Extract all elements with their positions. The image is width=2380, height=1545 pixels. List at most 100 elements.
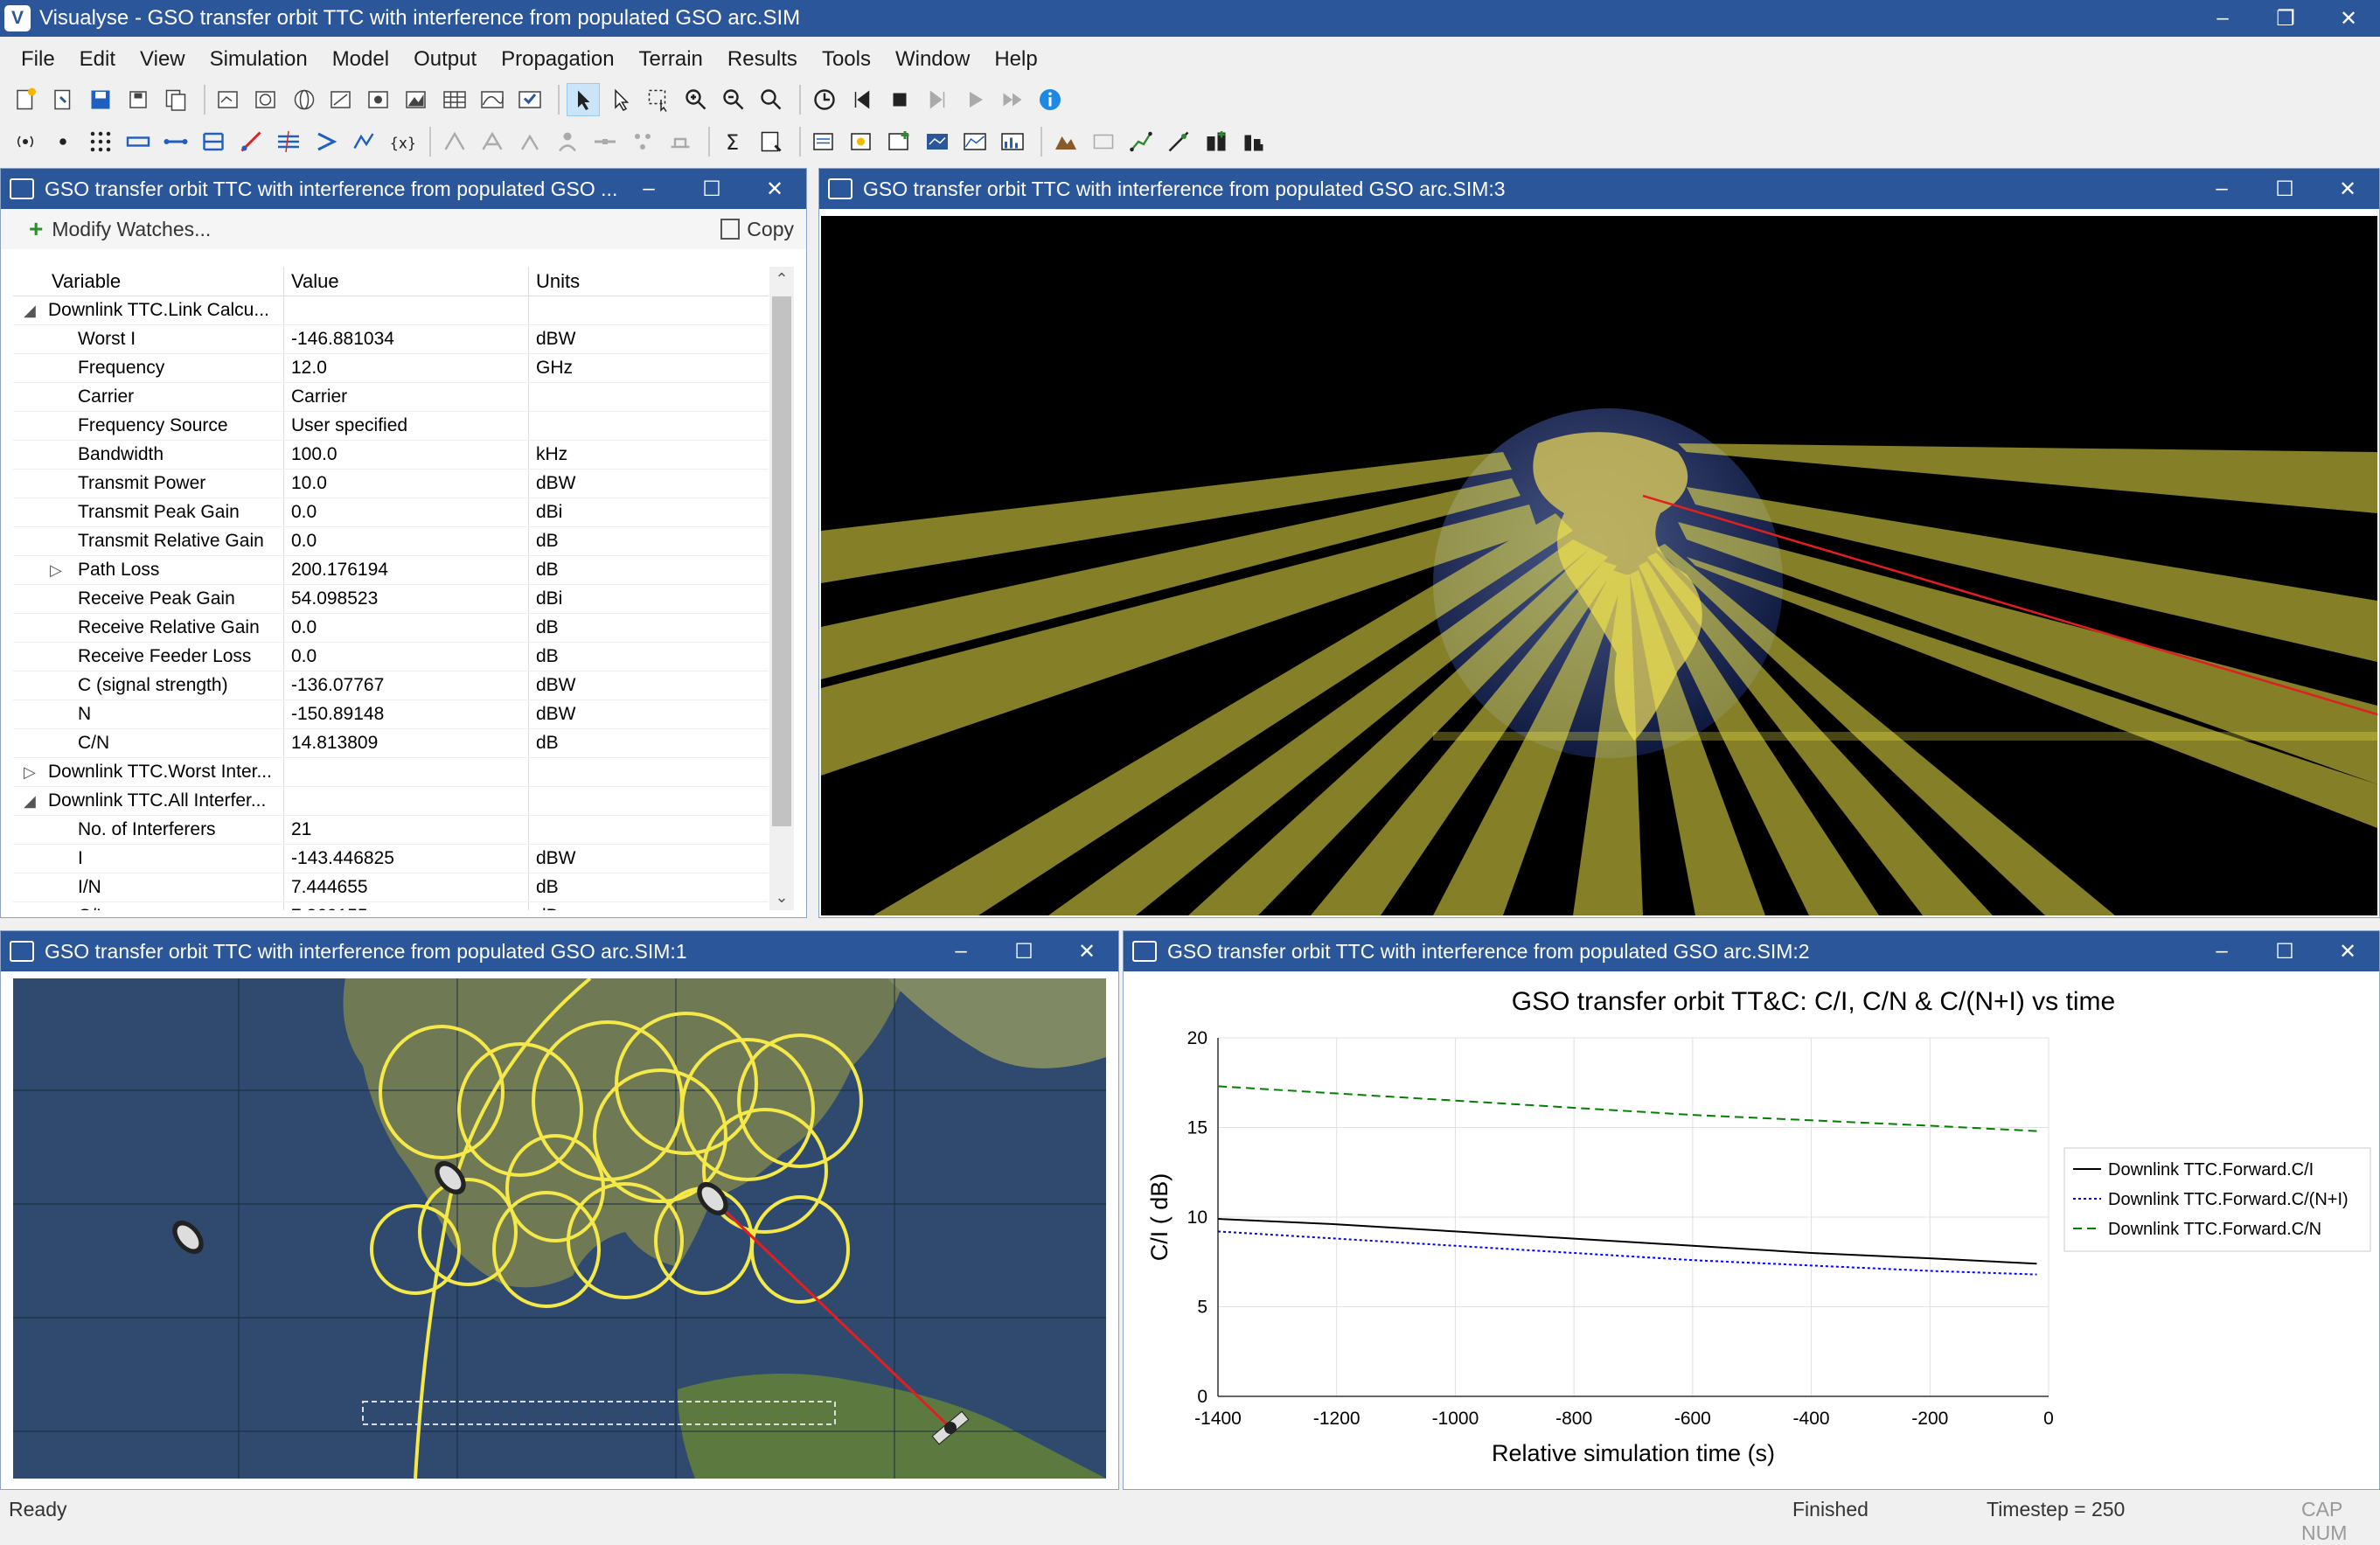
close-icon[interactable]: ✕ <box>2316 169 2379 209</box>
link-icon[interactable] <box>159 125 192 158</box>
3d-view-canvas[interactable] <box>821 216 2377 915</box>
watch-row[interactable]: N -150.89148 dBW <box>13 700 769 729</box>
watch-row[interactable]: Receive Feeder Loss 0.0 dB <box>13 643 769 672</box>
clutter-icon[interactable] <box>1237 125 1270 158</box>
watch-row[interactable]: C (signal strength) -136.07767 dBW <box>13 672 769 700</box>
menu-terrain[interactable]: Terrain <box>627 42 715 77</box>
menu-results[interactable]: Results <box>715 42 810 77</box>
watch-row[interactable]: Carrier Carrier <box>13 383 769 412</box>
graph-view-icon[interactable] <box>958 125 992 158</box>
antenna-icon[interactable] <box>9 125 42 158</box>
scroll-down-icon[interactable]: ⌄ <box>769 888 794 907</box>
link-group-icon[interactable] <box>197 125 230 158</box>
column-header-units[interactable]: Units <box>529 267 769 296</box>
scroll-up-icon[interactable]: ⌃ <box>769 270 794 289</box>
step-icon[interactable] <box>921 83 954 116</box>
buildings-icon[interactable] <box>1200 125 1233 158</box>
interference-icon[interactable] <box>234 125 268 158</box>
new-terrain-view-icon[interactable] <box>400 83 434 116</box>
minimize-icon[interactable]: – <box>2190 931 2253 971</box>
copy-icon[interactable] <box>159 83 192 116</box>
constellation-icon[interactable] <box>626 125 659 158</box>
watch-row[interactable]: Transmit Power 10.0 dBW <box>13 470 769 498</box>
info-icon[interactable] <box>1033 83 1067 116</box>
watch-window-icon[interactable] <box>808 125 841 158</box>
distribution-view-icon[interactable] <box>996 125 1029 158</box>
collapse-icon[interactable]: ◢ <box>24 302 36 320</box>
modify-watches-button[interactable]: + Modify Watches... <box>29 215 211 243</box>
new-map-view-icon[interactable] <box>212 83 246 116</box>
minimize-icon[interactable]: – <box>929 931 992 971</box>
menu-model[interactable]: Model <box>320 42 401 77</box>
column-header-value[interactable]: Value <box>284 267 529 296</box>
expand-icon[interactable]: ▷ <box>24 763 36 782</box>
new-globe-view-icon[interactable] <box>288 83 321 116</box>
add-watch-icon[interactable] <box>883 125 916 158</box>
watch-row[interactable]: C/N 14.813809 dB <box>13 729 769 758</box>
variable-icon[interactable]: {x} <box>385 125 418 158</box>
link-sharing-icon[interactable] <box>310 125 343 158</box>
watch-row[interactable]: Transmit Peak Gain 0.0 dBi <box>13 498 769 527</box>
reset-icon[interactable] <box>846 83 879 116</box>
collapse-icon[interactable]: ◢ <box>24 792 36 811</box>
menu-help[interactable]: Help <box>982 42 1049 77</box>
watch-row[interactable]: Receive Relative Gain 0.0 dB <box>13 614 769 643</box>
map-canvas[interactable] <box>13 978 1106 1479</box>
watch-row[interactable]: ▷ Path Loss 200.176194 dB <box>13 556 769 585</box>
propagation-model-icon[interactable] <box>476 125 509 158</box>
new-watch-view-icon[interactable] <box>513 83 546 116</box>
menu-view[interactable]: View <box>128 42 198 77</box>
zoom-out-icon[interactable] <box>717 83 750 116</box>
station-icon[interactable] <box>46 125 80 158</box>
watch-row[interactable]: Receive Peak Gain 54.098523 dBi <box>13 585 769 614</box>
menu-output[interactable]: Output <box>401 42 489 77</box>
close-icon[interactable]: ✕ <box>2317 0 2380 37</box>
watch-row[interactable]: C/I 7.369155dB <box>13 902 769 910</box>
fast-forward-icon[interactable] <box>996 83 1029 116</box>
menu-edit[interactable]: Edit <box>67 42 128 77</box>
watch-row[interactable]: I -143.446825 dBW <box>13 845 769 873</box>
interference-group-icon[interactable] <box>272 125 305 158</box>
area-analysis-icon[interactable] <box>846 125 879 158</box>
maximize-icon[interactable]: ☐ <box>2253 169 2316 209</box>
menu-propagation[interactable]: Propagation <box>489 42 626 77</box>
new-plane-view-icon[interactable] <box>325 83 358 116</box>
save-as-icon[interactable] <box>122 83 155 116</box>
new-table-view-icon[interactable] <box>438 83 471 116</box>
watch-row[interactable]: Bandwidth 100.0 kHz <box>13 441 769 470</box>
expand-icon[interactable]: ▷ <box>50 561 62 580</box>
open-icon[interactable] <box>46 83 80 116</box>
zoom-in-icon[interactable] <box>679 83 713 116</box>
stop-icon[interactable] <box>883 83 916 116</box>
clock-icon[interactable] <box>808 83 841 116</box>
watch-row[interactable]: Frequency 12.0 GHz <box>13 354 769 383</box>
new-area-view-icon[interactable] <box>363 83 396 116</box>
watch-row[interactable]: Frequency Source User specified <box>13 412 769 441</box>
restore-icon[interactable]: ❐ <box>2254 0 2317 37</box>
new-graph-view-icon[interactable] <box>476 83 509 116</box>
terrain-profile-icon[interactable] <box>1162 125 1195 158</box>
new-3d-view-icon[interactable] <box>250 83 283 116</box>
save-icon[interactable] <box>84 83 117 116</box>
menu-tools[interactable]: Tools <box>810 42 883 77</box>
station-group-icon[interactable] <box>84 125 117 158</box>
mobile-station-icon[interactable] <box>664 125 697 158</box>
close-icon[interactable]: ✕ <box>2316 931 2379 971</box>
define-propagation-icon[interactable] <box>513 125 546 158</box>
terrain-settings-icon[interactable] <box>1087 125 1120 158</box>
terrain-icon[interactable] <box>1049 125 1082 158</box>
column-header-variable[interactable]: Variable <box>13 267 284 296</box>
watch-row[interactable]: Worst I -146.881034 dBW <box>13 325 769 354</box>
map-view-icon[interactable] <box>921 125 954 158</box>
new-icon[interactable] <box>9 83 42 116</box>
terrain-link-icon[interactable] <box>347 125 380 158</box>
maximize-icon[interactable]: ☐ <box>680 169 743 209</box>
watch-row[interactable]: Transmit Relative Gain 0.0 dB <box>13 527 769 556</box>
scroll-thumb[interactable] <box>772 296 791 826</box>
run-icon[interactable] <box>958 83 992 116</box>
close-icon[interactable]: ✕ <box>743 169 806 209</box>
maximize-icon[interactable]: ☐ <box>992 931 1055 971</box>
select-icon[interactable] <box>604 83 637 116</box>
watch-group-row[interactable]: ▷ Downlink TTC.Worst Inter... <box>13 758 769 787</box>
terrain-path-icon[interactable] <box>1124 125 1158 158</box>
